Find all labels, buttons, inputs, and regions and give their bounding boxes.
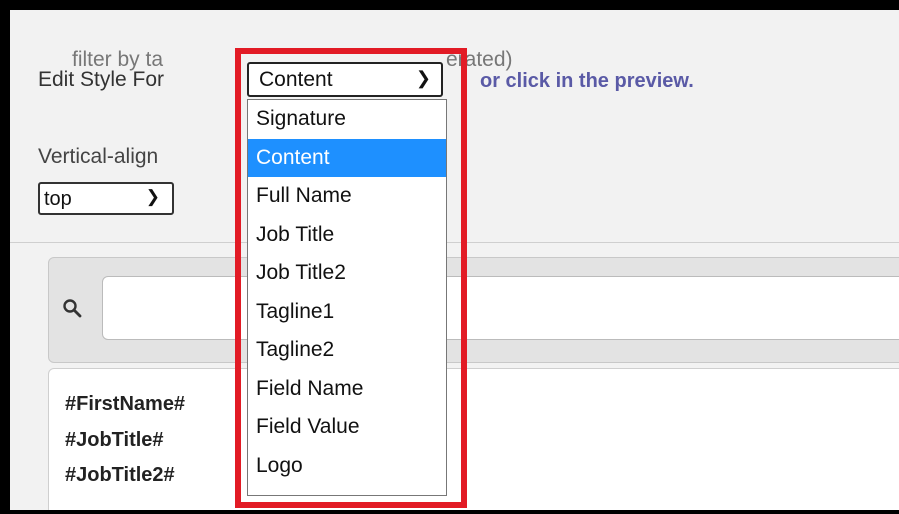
chevron-down-icon: ❯ (145, 187, 160, 206)
highlight-annotation-box (235, 48, 467, 508)
preview-line-job-title[interactable]: #JobTitle# (65, 429, 164, 452)
filter-input[interactable] (102, 276, 899, 340)
signature-preview[interactable]: #FirstName# #JobTitle# #JobTitle2# (48, 368, 899, 510)
filter-placeholder: filter by ta (72, 48, 164, 71)
search-icon (63, 299, 82, 318)
editor-panel: Edit Style For Content ❯ or click in the… (10, 10, 899, 510)
vertical-align-label: Vertical-align (38, 145, 159, 168)
vertical-align-value: top (44, 188, 72, 210)
preview-line-first-name[interactable]: #FirstName# (65, 393, 185, 416)
vertical-align-select[interactable]: top ❯ (38, 182, 174, 215)
preview-hint: or click in the preview. (480, 70, 694, 92)
filter-bar (48, 257, 899, 363)
preview-line-job-title2[interactable]: #JobTitle2# (65, 464, 175, 487)
